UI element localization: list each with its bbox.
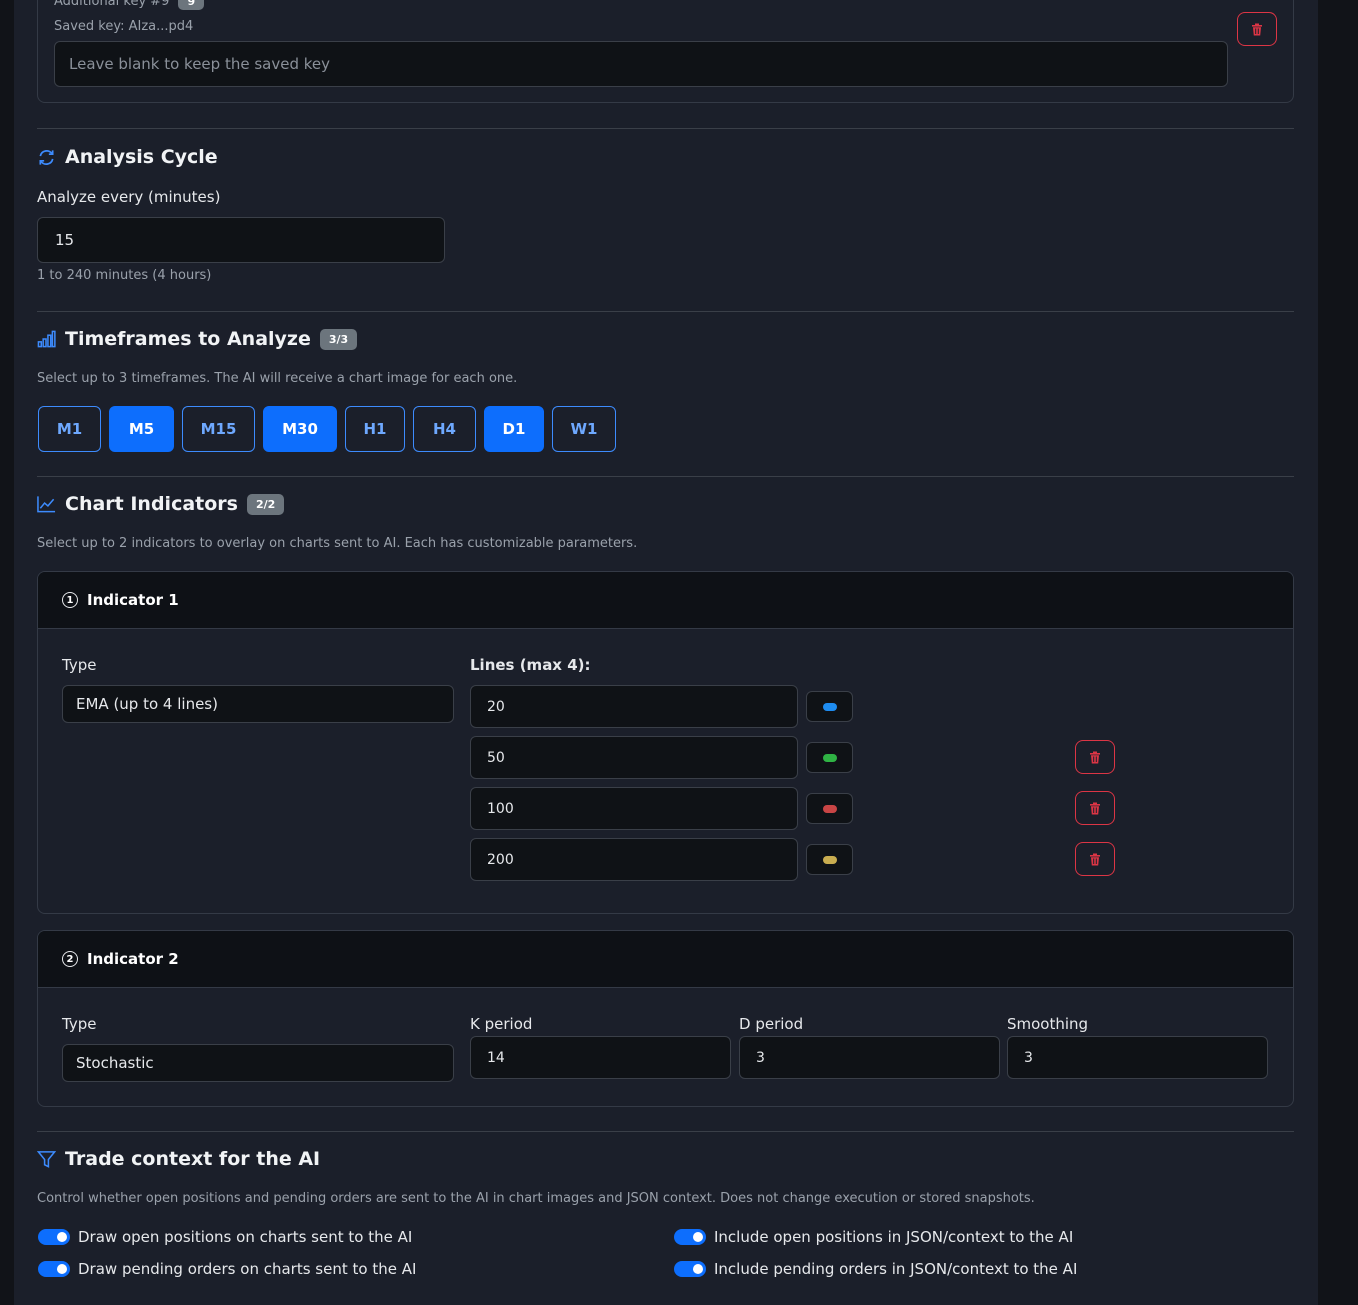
d-period-label: D period [739, 1015, 804, 1033]
ema-period-input[interactable]: 50 [470, 736, 798, 779]
draw-open-positions-label: Draw open positions on charts sent to th… [78, 1228, 413, 1246]
include-pending-orders-label: Include pending orders in JSON/context t… [714, 1260, 1078, 1278]
timeframes-heading: Timeframes to Analyze 3/3 [37, 328, 358, 350]
trade-context-heading: Trade context for the AI [37, 1148, 320, 1170]
indicator-1-number-icon: 1 [62, 592, 78, 608]
remove-line-button[interactable] [1075, 740, 1115, 774]
filter-icon [37, 1150, 56, 1168]
indicator-1-type-label: Type [62, 656, 97, 674]
indicators-title: Chart Indicators [65, 493, 238, 515]
trash-icon [1090, 853, 1100, 865]
indicators-heading: Chart Indicators 2/2 [37, 493, 285, 515]
trade-context-title: Trade context for the AI [65, 1148, 321, 1170]
trash-icon [1252, 23, 1262, 35]
timeframe-m1-button[interactable]: M1 [38, 406, 101, 452]
analyze-every-hint: 1 to 240 minutes (4 hours) [37, 268, 212, 283]
divider [37, 128, 1294, 129]
draw-open-positions-toggle[interactable] [38, 1229, 70, 1245]
bar-chart-icon [37, 330, 56, 348]
line-color-picker[interactable] [806, 691, 853, 722]
timeframe-m5-button[interactable]: M5 [109, 406, 174, 452]
indicator-2-number-icon: 2 [62, 951, 78, 967]
line-color-picker[interactable] [806, 742, 853, 773]
timeframe-d1-button[interactable]: D1 [484, 406, 544, 452]
api-key-placeholder: Leave blank to keep the saved key [69, 55, 330, 73]
trade-context-description: Control whether open positions and pendi… [37, 1191, 1035, 1206]
remove-line-button[interactable] [1075, 791, 1115, 825]
color-swatch [822, 753, 837, 762]
timeframe-label: H1 [363, 420, 387, 438]
indicators-description: Select up to 2 indicators to overlay on … [37, 536, 638, 551]
timeframe-label: M15 [200, 420, 237, 438]
draw-pending-orders-label: Draw pending orders on charts sent to th… [78, 1260, 417, 1278]
remove-line-button[interactable] [1075, 842, 1115, 876]
color-swatch [822, 804, 837, 813]
indicators-count-badge: 2/2 [246, 493, 285, 515]
divider [37, 476, 1294, 477]
timeframe-m30-button[interactable]: M30 [263, 406, 337, 452]
include-open-positions-label: Include open positions in JSON/context t… [714, 1228, 1074, 1246]
line-chart-icon [37, 496, 56, 513]
divider [37, 311, 1294, 312]
line-color-picker[interactable] [806, 793, 853, 824]
indicator-1-type-select[interactable]: EMA (up to 4 lines) [62, 685, 454, 723]
timeframes-count-badge: 3/3 [319, 328, 358, 350]
timeframe-w1-button[interactable]: W1 [552, 406, 616, 452]
indicator-2-type-select[interactable]: Stochastic [62, 1044, 454, 1082]
ema-period-input[interactable]: 200 [470, 838, 798, 881]
additional-key-label: Additional key #9 [54, 0, 170, 9]
timeframe-label: W1 [570, 420, 598, 438]
include-pending-orders-toggle[interactable] [674, 1261, 706, 1277]
trash-icon [1090, 751, 1100, 763]
timeframe-label: M1 [56, 420, 83, 438]
smoothing-label: Smoothing [1007, 1015, 1089, 1033]
timeframe-h4-button[interactable]: H4 [413, 406, 476, 452]
saved-key-text: Saved key: AIza...pd4 [54, 19, 194, 34]
api-key-input[interactable]: Leave blank to keep the saved key [54, 41, 1228, 87]
analysis-cycle-heading: Analysis Cycle [37, 146, 218, 168]
analysis-cycle-title: Analysis Cycle [65, 146, 218, 168]
divider [37, 1131, 1294, 1132]
timeframe-label: D1 [502, 420, 526, 438]
timeframe-label: M30 [282, 420, 318, 438]
additional-key-label-row: Additional key #9 9 [54, 0, 205, 10]
settings-panel: Additional key #9 9 Saved key: AIza...pd… [14, 0, 1318, 1305]
timeframe-m15-button[interactable]: M15 [182, 406, 255, 452]
indicator-2-title: Indicator 2 [87, 950, 179, 968]
timeframe-label: H4 [433, 420, 456, 438]
delete-key-button[interactable] [1237, 12, 1277, 46]
color-swatch [822, 702, 837, 711]
d-period-input[interactable]: 3 [739, 1036, 1000, 1079]
line-color-picker[interactable] [806, 844, 853, 875]
analyze-every-label: Analyze every (minutes) [37, 188, 221, 206]
timeframe-h1-button[interactable]: H1 [345, 406, 405, 452]
ema-period-input[interactable]: 100 [470, 787, 798, 830]
include-open-positions-toggle[interactable] [674, 1229, 706, 1245]
timeframe-label: M5 [128, 420, 155, 438]
k-period-label: K period [470, 1015, 533, 1033]
ema-period-input[interactable]: 20 [470, 685, 798, 728]
indicator-1-lines-label: Lines (max 4): [470, 656, 591, 674]
indicator-2-header: 2 Indicator 2 [38, 931, 1293, 988]
color-swatch [822, 855, 837, 864]
indicator-1-header: 1 Indicator 1 [38, 572, 1293, 629]
indicator-1-title: Indicator 1 [87, 591, 179, 609]
smoothing-input[interactable]: 3 [1007, 1036, 1268, 1079]
trash-icon [1090, 802, 1100, 814]
analyze-every-input[interactable]: 15 [37, 217, 445, 263]
additional-key-badge: 9 [178, 0, 205, 10]
api-key-card: Additional key #9 9 Saved key: AIza...pd… [37, 0, 1294, 103]
timeframes-title: Timeframes to Analyze [65, 328, 311, 350]
k-period-input[interactable]: 14 [470, 1036, 731, 1079]
refresh-icon [39, 149, 54, 165]
indicator-2-type-label: Type [62, 1015, 97, 1033]
draw-pending-orders-toggle[interactable] [38, 1261, 70, 1277]
timeframes-description: Select up to 3 timeframes. The AI will r… [37, 371, 518, 386]
